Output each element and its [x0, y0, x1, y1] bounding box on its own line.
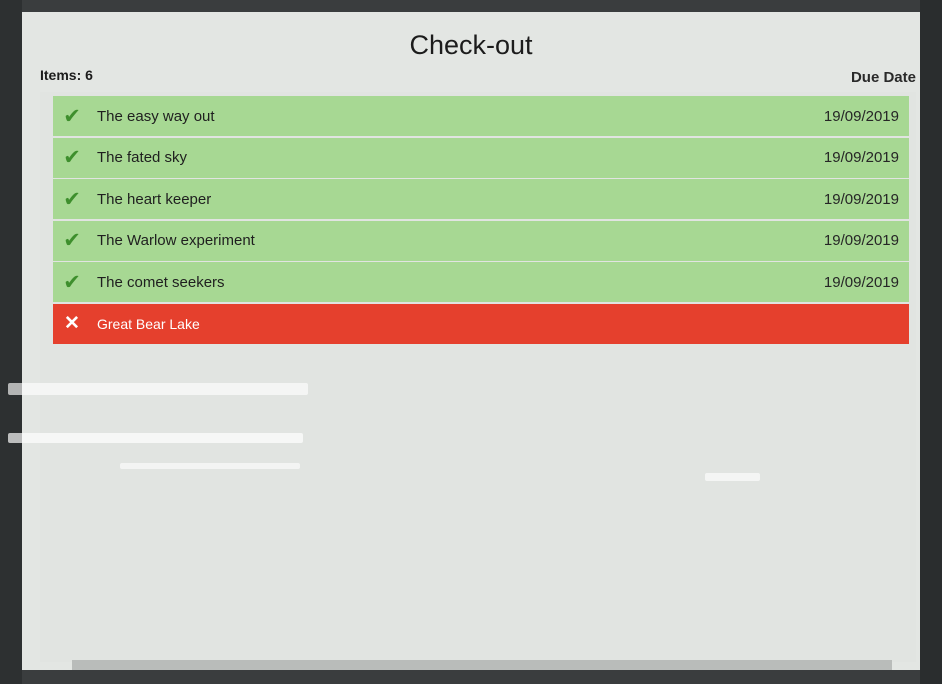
checkout-item-row: ✔ The heart keeper 19/09/2019 [53, 179, 909, 219]
item-title: The easy way out [97, 107, 215, 125]
cross-icon: ✕ [64, 313, 80, 334]
item-due-date: 19/09/2019 [823, 273, 899, 291]
glare-reflection [8, 383, 308, 395]
page-title: Check-out [409, 30, 533, 60]
checkout-screen: Check-out Items: 6 Due Date ✔ The easy w… [22, 12, 920, 670]
item-due-date: 19/09/2019 [823, 107, 899, 125]
item-title: Great Bear Lake [97, 315, 200, 332]
item-due-date: 19/09/2019 [823, 232, 899, 249]
screen-bezel-left [0, 0, 22, 684]
item-due-date: 19/09/2019 [823, 149, 899, 166]
items-count: Items: 6 [40, 67, 93, 83]
check-icon: ✔ [63, 270, 81, 294]
checkout-item-row: ✔ The fated sky 19/09/2019 [53, 137, 909, 178]
glare-reflection [120, 463, 300, 469]
checkout-list-panel: ✔ The easy way out 19/09/2019 ✔ The fate… [40, 92, 916, 662]
checkout-item-row-failed: ✕ Great Bear Lake [53, 303, 909, 344]
checkout-item-row: ✔ The comet seekers 19/09/2019 [53, 262, 909, 302]
checkout-item-row: ✔ The easy way out 19/09/2019 [53, 96, 909, 136]
checkout-item-row: ✔ The Warlow experiment 19/09/2019 [53, 220, 909, 261]
checkout-item-list: ✔ The easy way out 19/09/2019 ✔ The fate… [53, 96, 909, 345]
item-title: The heart keeper [97, 190, 212, 208]
bottom-bar [72, 660, 892, 670]
item-title: The comet seekers [97, 273, 225, 291]
glare-reflection [8, 433, 303, 443]
glare-reflection [705, 473, 760, 481]
item-title: The Warlow experiment [97, 232, 255, 249]
screen-bezel-right [920, 0, 942, 684]
check-icon: ✔ [63, 146, 81, 169]
check-icon: ✔ [63, 104, 81, 128]
check-icon: ✔ [63, 187, 81, 211]
due-date-column-header: Due Date [850, 69, 916, 86]
check-icon: ✔ [63, 229, 81, 252]
item-due-date: 19/09/2019 [823, 190, 899, 208]
item-title: The fated sky [97, 149, 188, 166]
